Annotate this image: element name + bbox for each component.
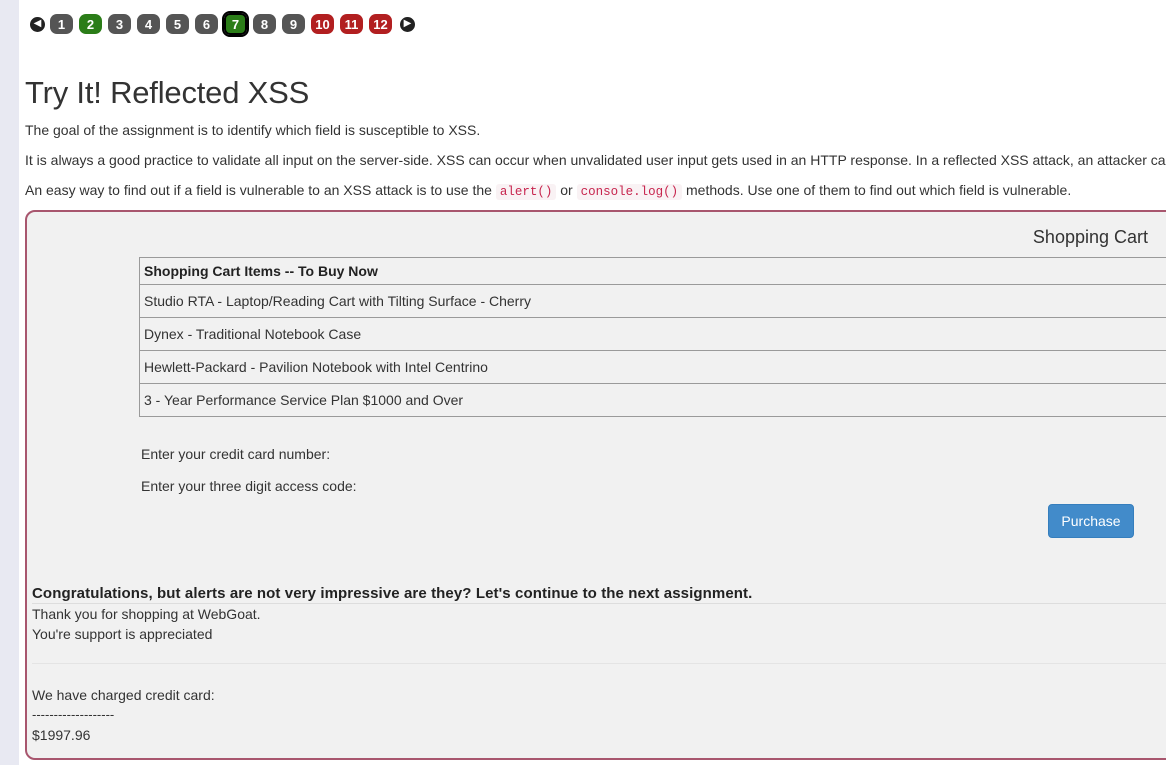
lesson-paragraph-goal: The goal of the assignment is to identif… [25,122,481,138]
cart-item: Studio RTA - Laptop/Reading Cart with Ti… [139,284,1166,318]
page-button-6[interactable]: 6 [195,14,218,34]
table-row: Hewlett-Packard - Pavilion Notebook with… [139,350,1166,384]
purchase-button[interactable]: Purchase [1048,504,1134,538]
arrow-left-circle-icon[interactable]: ◀ [30,16,45,32]
output-support: You're support is appreciated [32,626,213,642]
left-sidebar-strip [0,0,19,765]
hint-text-before: An easy way to find out if a field is vu… [25,182,496,198]
assignment-feedback: Congratulations, but alerts are not very… [32,585,753,602]
output-dashes: ------------------- [32,707,115,722]
lesson-pagination: ◀ 1 2 3 4 5 6 7 8 9 10 11 12 ▶ [28,11,417,37]
lesson-paragraph-validation: It is always a good practice to validate… [25,152,1166,168]
page-button-4[interactable]: 4 [137,14,160,34]
page-button-3[interactable]: 3 [108,14,131,34]
page-button-8[interactable]: 8 [253,14,276,34]
arrow-right-circle-icon[interactable]: ▶ [400,16,415,32]
cart-item: 3 - Year Performance Service Plan $1000 … [139,383,1166,417]
hint-text-after: methods. Use one of them to find out whi… [682,182,1072,198]
output-charged: We have charged credit card: [32,687,215,703]
table-header-row: Shopping Cart Items -- To Buy Now [139,257,1166,285]
output-thanks: Thank you for shopping at WebGoat. [32,606,261,622]
page-title: Try It! Reflected XSS [25,75,310,110]
table-header-cell: Shopping Cart Items -- To Buy Now [139,257,1166,285]
credit-card-label: Enter your credit card number: [141,446,331,462]
console-log-code: console.log() [576,184,683,200]
table-row: Studio RTA - Laptop/Reading Cart with Ti… [139,284,1166,318]
access-code-label: Enter your three digit access code: [141,478,357,494]
alert-code: alert() [495,184,557,200]
table-row: Dynex - Traditional Notebook Case [139,317,1166,351]
page-button-2[interactable]: 2 [79,14,102,34]
page-button-1[interactable]: 1 [50,14,73,34]
divider [32,603,1166,604]
shopping-cart-title: Shopping Cart [1032,227,1148,247]
cart-item: Hewlett-Packard - Pavilion Notebook with… [139,350,1166,384]
assignment-panel: Shopping Cart Shopping Cart Items -- To … [25,210,1166,760]
page-button-9[interactable]: 9 [282,14,305,34]
hint-text-or: or [556,182,577,198]
table-row: 3 - Year Performance Service Plan $1000 … [139,383,1166,417]
page-button-10[interactable]: 10 [311,14,334,34]
output-amount: $1997.96 [32,727,91,743]
divider [32,663,1166,664]
page-button-5[interactable]: 5 [166,14,189,34]
page-button-11[interactable]: 11 [340,14,363,34]
cart-item: Dynex - Traditional Notebook Case [139,317,1166,351]
page-button-12[interactable]: 12 [369,14,392,34]
lesson-paragraph-hint: An easy way to find out if a field is vu… [25,182,1072,200]
page-button-7-current[interactable]: 7 [222,11,249,37]
shopping-cart-table: Shopping Cart Items -- To Buy Now Studio… [139,257,1166,417]
